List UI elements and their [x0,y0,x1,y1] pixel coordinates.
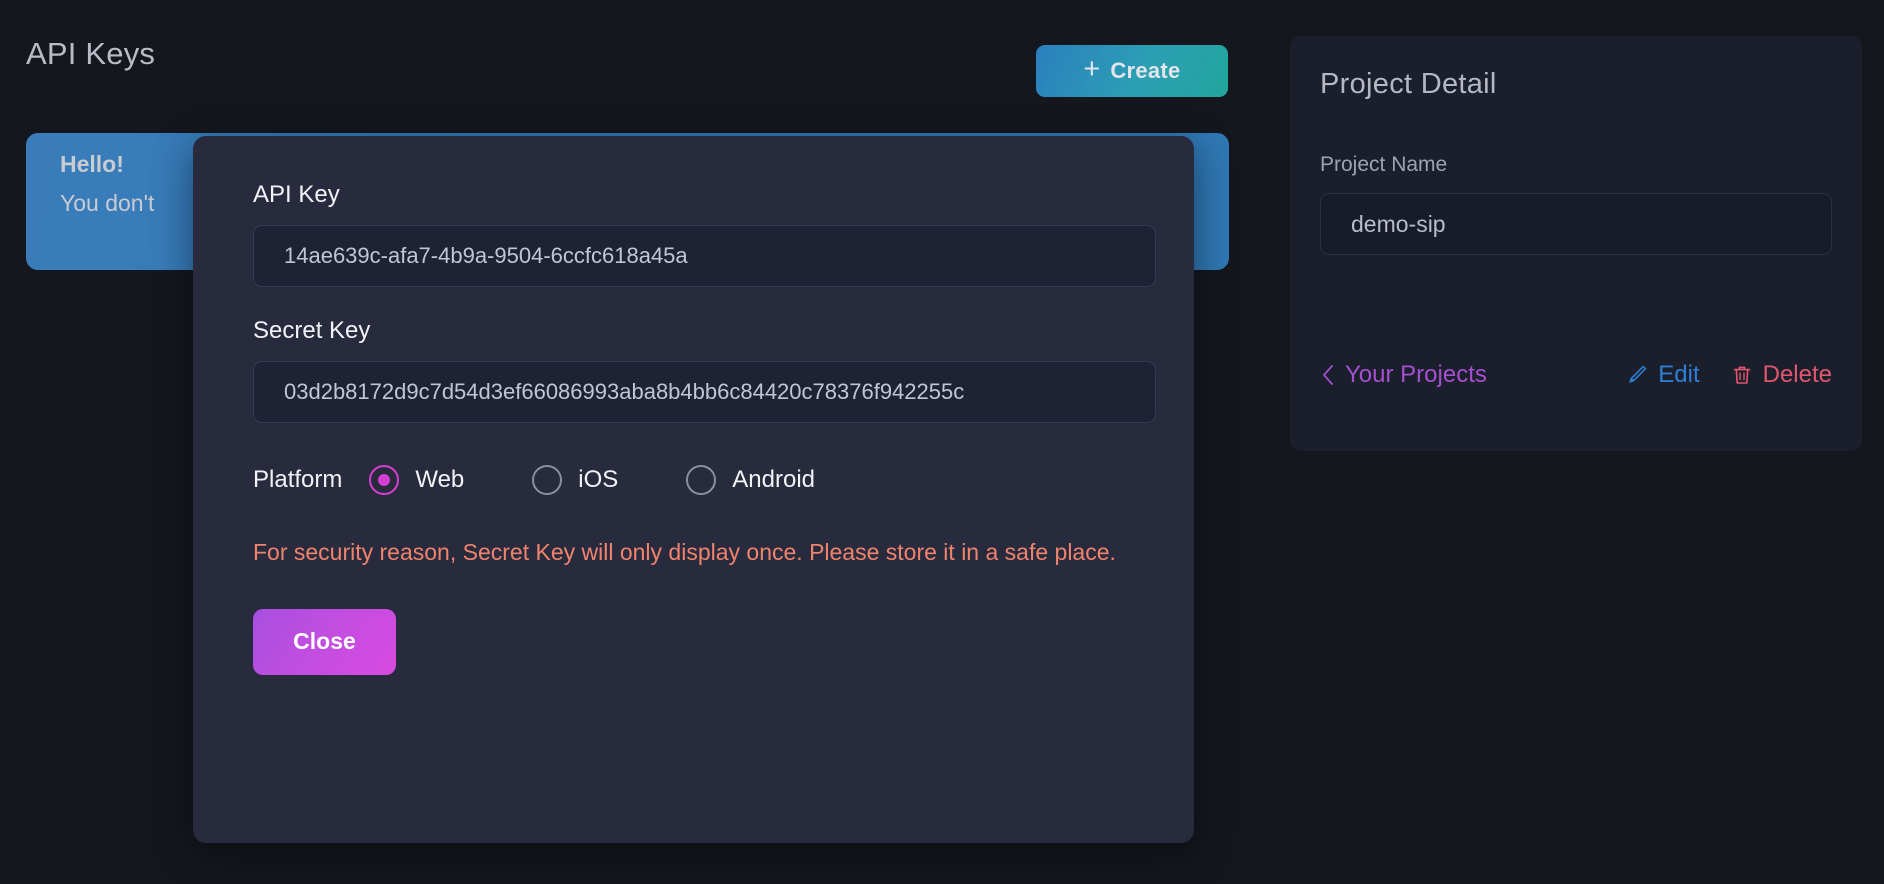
radio-dot-icon [378,474,391,486]
project-name-input[interactable] [1320,193,1832,255]
edit-link[interactable]: Edit [1625,361,1700,389]
platform-radio-web-label: Web [415,466,465,493]
pencil-icon [1625,363,1649,387]
secret-key-label: Secret Key [253,317,371,344]
page-title: API Keys [26,36,156,71]
radio-circle-icon [369,465,400,495]
platform-radio-ios[interactable]: iOS [532,465,618,495]
radio-dot-icon [695,474,707,486]
platform-radio-android-label: Android [732,466,816,493]
your-projects-link[interactable]: Your Projects [1320,361,1487,389]
plus-icon: + [1083,53,1101,85]
security-warning-text: For security reason, Secret Key will onl… [253,539,1116,565]
platform-radio-android[interactable]: Android [686,465,815,495]
platform-radio-web[interactable]: Web [369,465,464,495]
api-key-label: API Key [253,181,340,208]
project-name-label: Project Name [1320,153,1448,176]
delete-label: Delete [1762,361,1832,388]
create-button-label: Create [1110,58,1181,83]
project-detail-card: Project Detail Project Name Your Project… [1290,36,1862,451]
platform-radio-group: Platform Web iOS Android [253,459,1134,501]
api-key-input[interactable] [253,225,1156,287]
delete-link[interactable]: Delete [1730,361,1832,389]
your-projects-label: Your Projects [1345,361,1487,388]
platform-label: Platform [253,466,343,493]
chevron-left-icon [1320,363,1336,387]
project-actions: Your Projects Edit Delete [1320,361,1832,389]
platform-radio-ios-label: iOS [578,466,619,493]
create-button[interactable]: + Create [1036,45,1228,97]
api-key-modal: API Key Secret Key Platform Web iOS [193,136,1194,843]
secret-key-field-group: Secret Key [253,317,1156,423]
trash-icon [1730,363,1754,387]
radio-circle-icon [686,465,717,495]
radio-circle-icon [532,465,563,495]
secret-key-input[interactable] [253,361,1156,423]
project-detail-title: Project Detail [1320,68,1497,100]
edit-label: Edit [1658,361,1700,388]
close-button[interactable]: Close [253,608,396,675]
radio-dot-icon [541,474,553,486]
api-keys-panel: API Keys + Create Hello! You don't API K… [0,0,1260,884]
api-key-field-group: API Key [253,181,1156,287]
